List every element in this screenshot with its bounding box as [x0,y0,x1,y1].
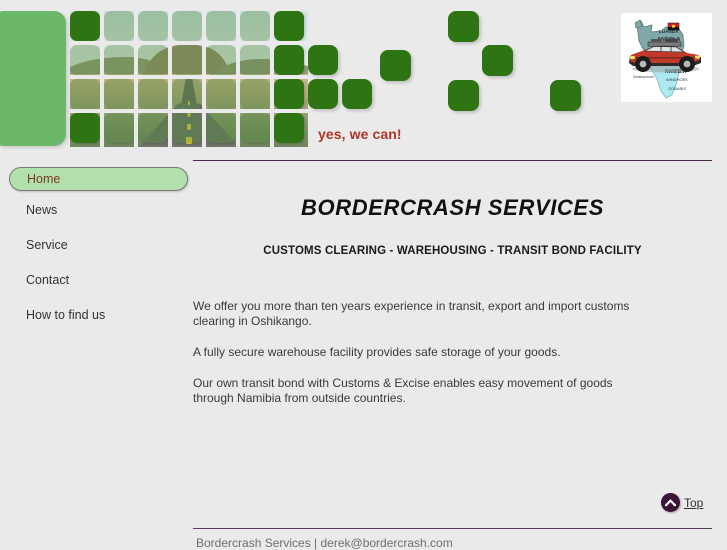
back-to-top-link[interactable]: Top [661,493,703,512]
svg-text:WINDHOEK: WINDHOEK [666,77,688,82]
mosaic-tile [138,11,168,41]
mosaic-tile [172,113,202,143]
svg-text:Swakopmund: Swakopmund [633,75,654,79]
sidebar-item-service[interactable]: Service [0,233,190,257]
svg-text:GOBABIS: GOBABIS [668,86,686,91]
mosaic-tile-grid [70,11,308,147]
mosaic-gutter [134,11,138,147]
page-subtitle: CUSTOMS CLEARING - WAREHOUSING - TRANSIT… [263,245,642,257]
page-title: BORDERCRASH SERVICES [301,195,604,220]
mosaic-gutter [70,109,308,113]
mosaic-gutter [270,11,274,147]
mosaic-gutter [168,11,172,147]
mosaic-tile [206,113,236,143]
sidebar-item-contact[interactable]: Contact [0,268,190,292]
header-chip [342,79,372,109]
header-green-panel [0,11,66,146]
mosaic-gutter [100,11,104,147]
mosaic-tile [70,45,100,75]
sidebar-navigation: Home News Service Contact How to find us [0,167,190,327]
header-slogan: yes, we can! [318,126,402,142]
header-chip [448,11,479,42]
mosaic-tile [240,45,270,75]
header-chip [380,50,411,81]
mosaic-tile [138,45,168,75]
mosaic-tile [274,79,304,109]
sidebar-item-how-to-find-us[interactable]: How to find us [0,303,190,327]
site-header: yes, we can! LUANDA ANGOLA NAMIBIA WINDH… [0,0,727,158]
header-chip [482,45,513,76]
intro-paragraphs: We offer you more than ten years experie… [193,299,712,406]
mosaic-tile [138,79,168,109]
content-top-divider [193,160,712,161]
mosaic-tile [104,113,134,143]
company-logo: LUANDA ANGOLA NAMIBIA WINDHOEK GOBABIS S… [621,13,712,102]
mosaic-tile [104,45,134,75]
mosaic-tile [240,113,270,143]
mosaic-tile [138,113,168,143]
angola-namibia-map-icon: LUANDA ANGOLA NAMIBIA WINDHOEK GOBABIS S… [621,13,712,102]
mosaic-tile [104,11,134,41]
sidebar-item-news[interactable]: News [0,198,190,222]
header-chip [308,79,338,109]
mosaic-tile [206,45,236,75]
mosaic-gutter [70,75,308,79]
mosaic-tile [172,11,202,41]
main-content: BORDERCRASH SERVICES CUSTOMS CLEARING - … [193,160,712,550]
mosaic-gutter [236,11,240,147]
header-chip [550,80,581,111]
paragraph-2: A fully secure warehouse facility provid… [193,345,561,359]
mosaic-tile [104,79,134,109]
nav-list: Home News Service Contact How to find us [0,167,190,327]
mosaic-tile [172,45,202,75]
mosaic-tile [240,11,270,41]
mosaic-gutter [70,41,308,45]
sidebar-item-home[interactable]: Home [9,167,188,191]
paragraph-3: Our own transit bond with Customs & Exci… [193,376,613,405]
header-chip [308,45,338,75]
mosaic-tile [206,79,236,109]
header-photo-mosaic [70,11,308,147]
mosaic-tile [206,11,236,41]
mosaic-tile [274,11,304,41]
mosaic-tile [240,79,270,109]
footer-divider [193,528,712,529]
footer-text: Bordercrash Services | derek@bordercrash… [196,536,453,550]
mosaic-gutter [202,11,206,147]
header-chip [448,80,479,111]
chevron-up-icon [661,493,680,512]
paragraph-1: We offer you more than ten years experie… [193,299,630,328]
back-to-top-label[interactable]: Top [684,496,703,510]
mosaic-tile [274,113,304,143]
mosaic-tile [70,11,100,41]
mosaic-tile [274,45,304,75]
mosaic-tile [172,79,202,109]
mosaic-tile [70,113,100,143]
mosaic-tile [70,79,100,109]
